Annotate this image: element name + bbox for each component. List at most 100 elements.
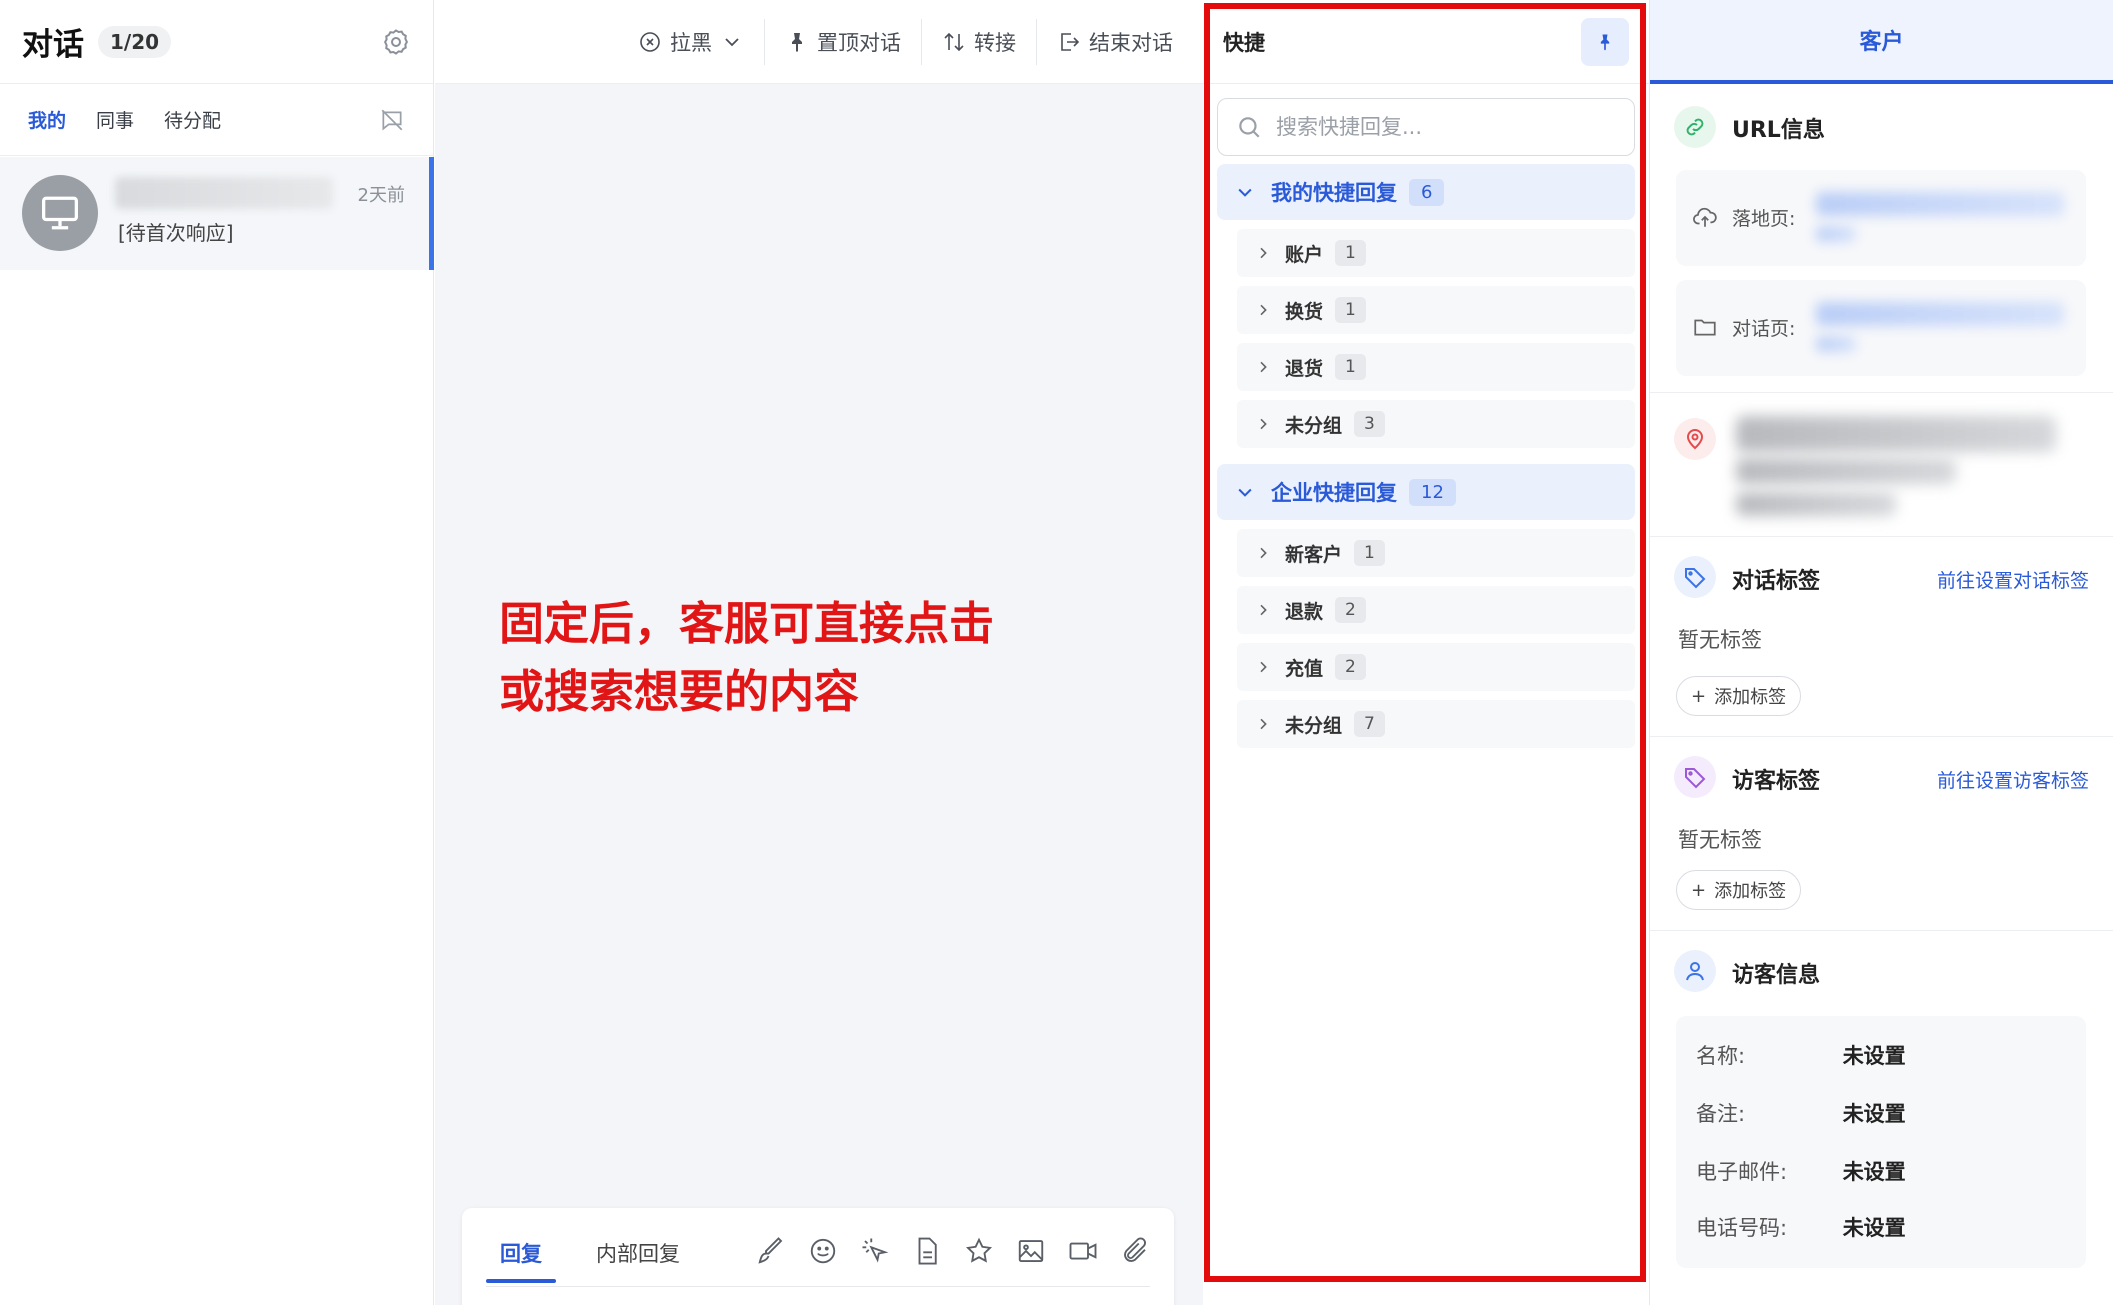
paperclip-icon[interactable] [1120, 1236, 1150, 1266]
transfer-label: 转接 [974, 30, 1016, 55]
group-label: 企业快捷回复 [1271, 481, 1397, 505]
conversation-count-badge: 1/20 [98, 25, 172, 58]
brush-icon[interactable] [756, 1236, 786, 1266]
dialog-page-card: 对话页: [1676, 280, 2086, 376]
tag-icon [1674, 756, 1716, 798]
location-blurred [1736, 416, 2056, 452]
subgroup-ungrouped[interactable]: 未分组 7 [1237, 700, 1635, 748]
group-label: 我的快捷回复 [1271, 181, 1397, 205]
subgroup-return[interactable]: 退货 1 [1237, 343, 1635, 391]
conversation-tags-settings-link[interactable]: 前往设置对话标签 [1937, 566, 2089, 593]
active-tab-indicator [486, 1279, 556, 1283]
landing-url-blurred[interactable] [1816, 192, 2064, 216]
chevron-right-icon [1260, 304, 1267, 316]
info-row-phone: 电话号码: 未设置 [1696, 1212, 1906, 1242]
subgroup-label: 退款 [1285, 600, 1324, 623]
annotation-line-1: 固定后，客服可直接点击 [499, 597, 995, 650]
conversation-item[interactable]: 2天前 [待首次响应] [0, 157, 434, 270]
info-row-remark: 备注: 未设置 [1696, 1098, 1906, 1128]
subgroup-count-badge: 3 [1354, 411, 1385, 437]
subgroup-new-customer[interactable]: 新客户 1 [1237, 529, 1635, 577]
cursor-click-icon[interactable] [860, 1236, 890, 1266]
subgroup-account[interactable]: 账户 1 [1237, 229, 1635, 277]
end-conversation-button[interactable]: 结束对话 [1037, 19, 1193, 65]
pin-icon [792, 32, 802, 52]
info-key: 电子邮件: [1696, 1160, 1788, 1184]
info-row-name: 名称: 未设置 [1696, 1040, 1906, 1070]
tab-reply[interactable]: 回复 [500, 1238, 542, 1268]
chevron-right-icon [1260, 718, 1267, 730]
panel-title: 对话 [22, 27, 84, 63]
section-divider [1650, 536, 2113, 537]
conversation-list-panel: 对话 1/20 我的 同事 待分配 2天前 [待首次响应] [0, 0, 434, 1305]
location-pin-icon [1674, 418, 1716, 460]
pin-conversation-button[interactable]: 置顶对话 [765, 18, 922, 65]
transfer-icon [944, 32, 964, 51]
cloud-upload-icon [1693, 207, 1717, 227]
star-icon[interactable] [964, 1236, 994, 1266]
section-divider [1650, 392, 2113, 393]
subgroup-ungrouped[interactable]: 未分组 3 [1237, 400, 1635, 448]
visitor-info-title: 访客信息 [1732, 963, 1821, 988]
blacklist-button[interactable]: 拉黑 [618, 18, 765, 65]
tab-mine[interactable]: 我的 [28, 106, 66, 133]
reply-composer: 回复 内部回复 [462, 1208, 1174, 1305]
message-off-icon[interactable] [379, 107, 405, 133]
subgroup-label: 退货 [1285, 357, 1324, 380]
video-icon[interactable] [1068, 1236, 1098, 1266]
conversation-filter-tabs: 我的 同事 待分配 [0, 84, 433, 156]
quick-reply-search[interactable] [1217, 98, 1635, 156]
conversation-preview: [待首次响应] [118, 221, 234, 245]
composer-divider [486, 1286, 1150, 1287]
info-value[interactable]: 未设置 [1843, 1160, 1906, 1184]
emoji-icon[interactable] [808, 1236, 838, 1266]
tab-internal-reply[interactable]: 内部回复 [596, 1238, 680, 1268]
subgroup-refund[interactable]: 退款 2 [1237, 586, 1635, 634]
chat-area: 拉黑 置顶对话 转接 结束对话 固定后，客服可直接点击 或搜索想要的内容 回复 … [435, 0, 1203, 1305]
info-value[interactable]: 未设置 [1843, 1102, 1906, 1126]
tab-colleagues[interactable]: 同事 [96, 106, 134, 133]
info-value[interactable]: 未设置 [1843, 1216, 1906, 1240]
chat-toolbar: 拉黑 置顶对话 转接 结束对话 [435, 0, 1203, 84]
info-value[interactable]: 未设置 [1843, 1044, 1906, 1068]
tab-customer[interactable]: 客户 [1650, 0, 2113, 84]
plus-icon: + [1691, 685, 1707, 707]
tab-unassigned[interactable]: 待分配 [164, 106, 221, 133]
subgroup-label: 换货 [1285, 300, 1324, 323]
conversation-list-header: 对话 1/20 [0, 0, 433, 84]
tag-icon [1674, 556, 1716, 598]
group-enterprise-quick-replies[interactable]: 企业快捷回复 12 [1217, 464, 1635, 520]
dialog-url-blurred-2 [1816, 336, 1856, 352]
subgroup-exchange[interactable]: 换货 1 [1237, 286, 1635, 334]
pin-label: 置顶对话 [817, 30, 901, 55]
subgroup-count-badge: 1 [1335, 354, 1366, 380]
annotation-text: 固定后，客服可直接点击 或搜索想要的内容 [499, 590, 994, 726]
customer-panel: 客户 URL信息 落地页: 对话页: 对话标签 前往设置对话标签 暂无标签 + … [1649, 0, 2113, 1305]
landing-page-card: 落地页: [1676, 170, 2086, 266]
subgroup-label: 未分组 [1285, 714, 1343, 737]
chevron-right-icon [1260, 418, 1267, 430]
search-input[interactable] [1276, 115, 1596, 139]
gear-icon[interactable] [381, 27, 411, 57]
subgroup-label: 账户 [1285, 243, 1324, 266]
image-icon[interactable] [1016, 1236, 1046, 1266]
add-visitor-tag-button[interactable]: + 添加标签 [1676, 870, 1802, 910]
quick-reply-title: 快捷 [1223, 30, 1265, 55]
folder-icon [1694, 319, 1716, 336]
quick-reply-header: 快捷 [1203, 0, 1649, 84]
user-icon [1674, 950, 1716, 992]
dialog-page-label: 对话页: [1732, 318, 1796, 340]
location-blurred-2 [1736, 458, 1956, 484]
annotation-line-2: 或搜索想要的内容 [499, 665, 860, 718]
info-row-email: 电子邮件: 未设置 [1696, 1156, 1906, 1186]
group-my-quick-replies[interactable]: 我的快捷回复 6 [1217, 164, 1635, 220]
subgroup-label: 充值 [1285, 657, 1324, 680]
transfer-button[interactable]: 转接 [922, 18, 1037, 65]
exit-icon [1061, 32, 1080, 51]
subgroup-recharge[interactable]: 充值 2 [1237, 643, 1635, 691]
visitor-tags-settings-link[interactable]: 前往设置访客标签 [1937, 766, 2089, 793]
dialog-url-blurred[interactable] [1816, 302, 2064, 326]
add-conversation-tag-button[interactable]: + 添加标签 [1676, 676, 1802, 716]
pin-panel-button[interactable] [1581, 17, 1629, 66]
document-icon[interactable] [912, 1236, 942, 1266]
